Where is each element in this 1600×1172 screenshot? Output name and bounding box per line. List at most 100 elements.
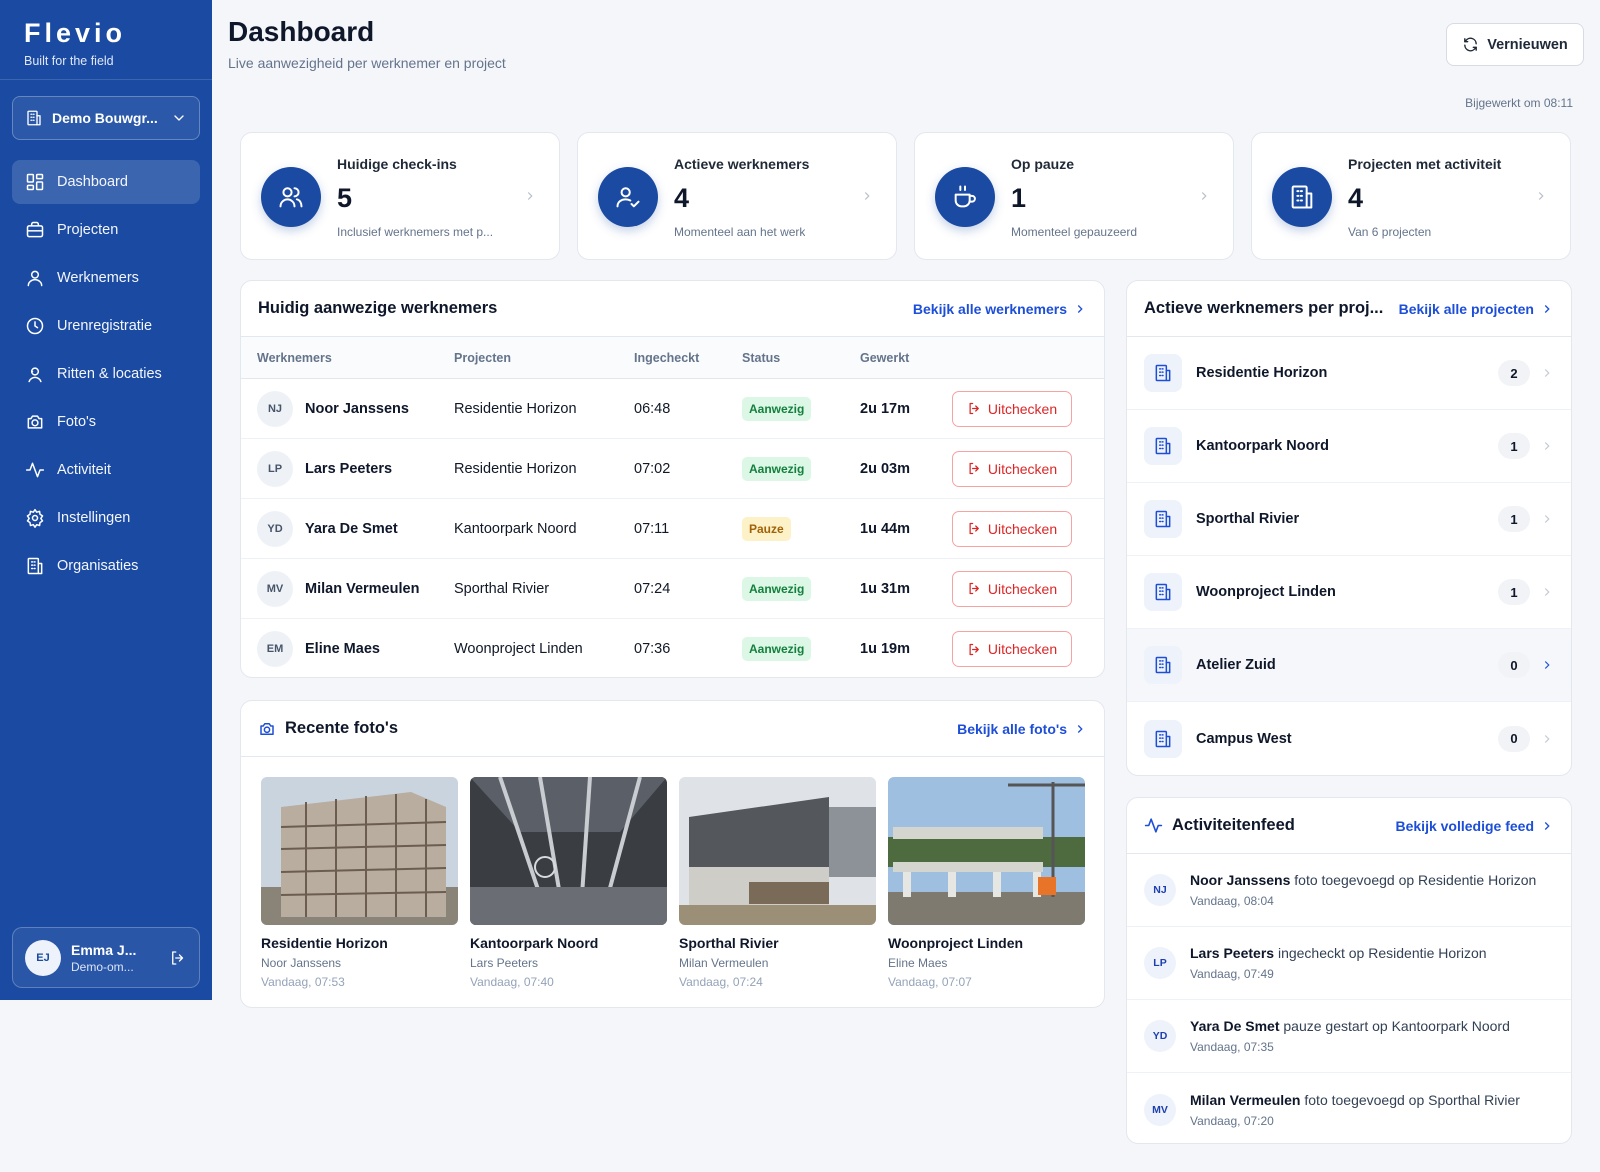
photo-project: Sporthal Rivier xyxy=(679,935,779,951)
sidebar-item-fotos[interactable]: Foto's xyxy=(12,400,200,444)
activity-actor: Milan Vermeulen xyxy=(1190,1091,1301,1108)
panel-title: Actieve werknemers per proj... xyxy=(1144,299,1384,317)
activity-icon xyxy=(25,460,45,480)
sidebar-item-label: Organisaties xyxy=(57,558,139,574)
employee-name: Lars Peeters xyxy=(305,460,393,477)
activity-description: foto toegevoegd op Sporthal Rivier xyxy=(1304,1091,1520,1108)
sidebar-item-urenregistratie[interactable]: Urenregistratie xyxy=(12,304,200,348)
chevron-right-icon xyxy=(1540,732,1554,746)
brand-name: Flevio xyxy=(24,18,127,48)
checkout-button[interactable]: Uitchecken xyxy=(952,450,1072,487)
project-row[interactable]: Sporthal Rivier 1 xyxy=(1127,483,1571,556)
project-cell: Sporthal Rivier xyxy=(454,580,550,597)
stat-card-on-break[interactable]: Op pauze 1 Momenteel gepauzeerd xyxy=(914,132,1234,260)
stat-card-active-employees[interactable]: Actieve werknemers 4 Momenteel aan het w… xyxy=(577,132,897,260)
logout-icon xyxy=(967,521,982,536)
photo-card[interactable]: Woonproject Linden Eline Maes Vandaag, 0… xyxy=(888,777,1085,989)
project-row[interactable]: Campus West 0 xyxy=(1127,702,1571,775)
activity-item: NJ Noor Janssens foto toegevoegd op Resid… xyxy=(1127,854,1571,927)
checkout-button[interactable]: Uitchecken xyxy=(952,510,1072,547)
view-all-employees-link[interactable]: Bekijk alle werknemers xyxy=(913,301,1087,317)
building-icon xyxy=(25,109,43,127)
column-header: Projecten xyxy=(454,350,511,365)
activity-feed-panel: Activiteitenfeed Bekijk volledige feed N… xyxy=(1126,797,1572,1144)
worked-cell: 1u 31m xyxy=(860,580,910,597)
table-row: NJ Noor Janssens Residentie Horizon 06:48 Aa… xyxy=(241,379,1104,439)
employee-name: Milan Vermeulen xyxy=(305,580,420,597)
sidebar-item-activiteit[interactable]: Activiteit xyxy=(12,448,200,492)
project-name: Campus West xyxy=(1196,730,1292,747)
stat-description: Momenteel aan het werk xyxy=(674,225,806,239)
activity-description: pauze gestart op Kantoorpark Noord xyxy=(1283,1018,1510,1034)
activity-time: Vandaag, 08:04 xyxy=(1190,894,1274,908)
building-icon xyxy=(1144,500,1182,538)
project-row[interactable]: Kantoorpark Noord 1 xyxy=(1127,410,1571,483)
sidebar-item-instellingen[interactable]: Instellingen xyxy=(12,496,200,540)
checkout-button[interactable]: Uitchecken xyxy=(952,570,1072,607)
view-full-feed-link[interactable]: Bekijk volledige feed xyxy=(1396,818,1555,834)
view-all-photos-link[interactable]: Bekijk alle foto's xyxy=(957,721,1087,737)
user-check-icon xyxy=(598,167,658,227)
checkout-label: Uitchecken xyxy=(987,580,1058,597)
building-icon xyxy=(1144,719,1182,758)
worked-cell: 1u 44m xyxy=(860,520,910,537)
photo-card[interactable]: Kantoorpark Noord Lars Peeters Vandaag, … xyxy=(470,777,667,989)
checkout-label: Uitchecken xyxy=(987,400,1058,417)
photo-date: Vandaag, 07:07 xyxy=(888,975,972,989)
avatar: MV xyxy=(1144,1093,1176,1126)
sidebar-item-werknemers[interactable]: Werknemers xyxy=(12,256,200,300)
project-count-badge: 1 xyxy=(1498,506,1530,532)
clock-icon xyxy=(25,316,45,336)
photo-thumbnail[interactable] xyxy=(470,777,667,925)
panel-header: Activiteitenfeed Bekijk volledige feed xyxy=(1127,798,1571,854)
avatar: EM xyxy=(257,631,293,667)
column-header: Werknemers xyxy=(257,350,332,365)
chevron-right-icon xyxy=(1540,366,1554,380)
activity-text: Noor Janssens foto toegevoegd op Residen… xyxy=(1190,872,1536,888)
checkout-button[interactable]: Uitchecken xyxy=(952,390,1072,427)
panel-title: Recente foto's xyxy=(285,719,399,737)
refresh-button[interactable]: Vernieuwen xyxy=(1446,23,1584,66)
activity-text: Milan Vermeulen foto toegevoegd op Sport… xyxy=(1190,1092,1520,1108)
activity-actor: Lars Peeters xyxy=(1190,945,1275,961)
avatar: NJ xyxy=(257,390,293,427)
chevron-right-icon xyxy=(1540,302,1554,316)
recent-photos-panel: Recente foto's Bekijk alle foto's Reside… xyxy=(240,700,1105,1008)
camera-icon xyxy=(258,720,276,738)
grid-icon xyxy=(25,172,45,192)
avatar: EJ xyxy=(25,939,61,976)
project-row[interactable]: Atelier Zuid 0 xyxy=(1127,629,1571,702)
organization-select[interactable]: Demo Bouwgr... xyxy=(12,96,200,140)
employee-cell: YD Yara De Smet xyxy=(241,510,454,547)
activity-text: Yara De Smet pauze gestart op Kantoorpar… xyxy=(1190,1018,1510,1034)
project-name: Atelier Zuid xyxy=(1196,657,1276,673)
map-pin-user-icon xyxy=(25,364,45,384)
photo-thumbnail[interactable] xyxy=(888,777,1085,925)
stat-label: Huidige check-ins xyxy=(337,156,457,172)
sidebar-item-organisaties[interactable]: Organisaties xyxy=(12,544,200,588)
sidebar-item-ritten-locaties[interactable]: Ritten & locaties xyxy=(12,352,200,396)
project-name: Residentie Horizon xyxy=(1196,365,1328,381)
status-badge: Pauze xyxy=(742,516,791,541)
sidebar-item-projecten[interactable]: Projecten xyxy=(12,208,200,252)
photo-card[interactable]: Sporthal Rivier Milan Vermeulen Vandaag,… xyxy=(679,777,876,989)
photo-project: Woonproject Linden xyxy=(888,935,1024,951)
link-label: Bekijk volledige feed xyxy=(1395,817,1535,834)
activity-body: Milan Vermeulen foto toegevoegd op Sport… xyxy=(1190,1092,1520,1128)
building-icon xyxy=(1144,646,1182,684)
photo-card[interactable]: Residentie Horizon Noor Janssens Vandaag… xyxy=(261,777,458,989)
sidebar-item-dashboard[interactable]: Dashboard xyxy=(12,160,200,204)
photo-thumbnail[interactable] xyxy=(261,777,458,925)
stat-card-check-ins[interactable]: Huidige check-ins 5 Inclusief werknemers… xyxy=(240,132,560,260)
photo-thumbnail[interactable] xyxy=(679,777,876,925)
table-row: EM Eline Maes Woonproject Linden 07:36 Aanwe… xyxy=(241,619,1104,677)
view-all-projects-link[interactable]: Bekijk alle projecten xyxy=(1399,301,1554,317)
project-row[interactable]: Woonproject Linden 1 xyxy=(1127,556,1571,629)
project-cell: Kantoorpark Noord xyxy=(454,520,577,537)
logout-icon[interactable] xyxy=(169,949,187,967)
status-badge: Aanwezig xyxy=(742,576,812,601)
checkout-button[interactable]: Uitchecken xyxy=(952,631,1072,667)
project-row[interactable]: Residentie Horizon 2 xyxy=(1127,337,1571,410)
stat-card-active-projects[interactable]: Projecten met activiteit 4 Van 6 project… xyxy=(1251,132,1571,260)
project-count-badge: 2 xyxy=(1498,360,1530,386)
